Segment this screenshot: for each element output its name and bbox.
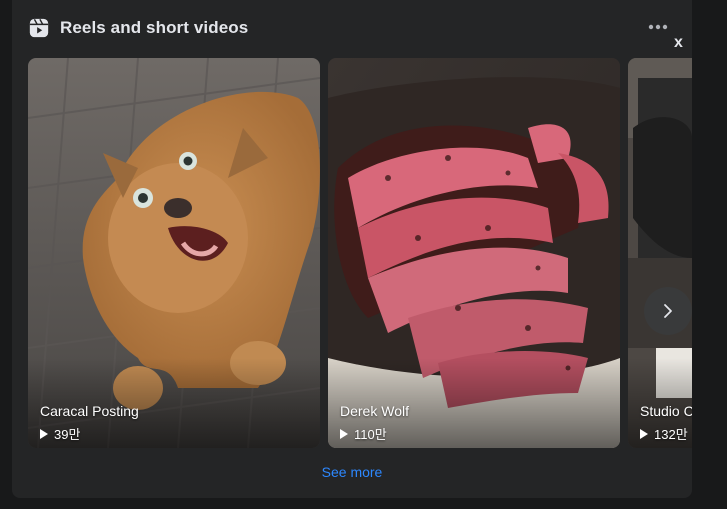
reel-creator-name: Derek Wolf — [340, 403, 409, 419]
close-button[interactable]: x — [674, 34, 683, 52]
reel-creator-name: Studio C — [640, 403, 692, 419]
reel-views-label: 132만 — [654, 427, 688, 442]
see-more-link[interactable]: See more — [12, 464, 692, 480]
reel-views-label: 39만 — [54, 427, 81, 442]
reel-card[interactable]: Derek Wolf 110만 — [328, 58, 620, 448]
play-icon — [640, 428, 648, 439]
reels-carousel: Caracal Posting 39만 Derek Wolf 110만 Stud… — [28, 58, 692, 448]
reel-view-count: 39만 — [40, 424, 80, 443]
next-reels-button[interactable] — [644, 287, 692, 335]
reel-card[interactable]: Studio C 132만 — [628, 58, 692, 448]
section-title: Reels and short videos — [60, 18, 249, 37]
reel-view-count: 132만 — [640, 424, 688, 443]
play-icon — [340, 428, 348, 439]
reels-icon — [29, 18, 49, 38]
section-header: Reels and short videos — [28, 15, 248, 41]
reel-creator-name: Caracal Posting — [40, 403, 139, 419]
more-options-button[interactable] — [645, 16, 671, 38]
play-icon — [40, 428, 48, 439]
reel-views-label: 110만 — [354, 427, 387, 442]
more-options-icon — [648, 24, 668, 30]
chevron-right-icon — [664, 304, 672, 318]
reel-view-count: 110만 — [340, 424, 387, 443]
reels-section-card: Reels and short videos Caracal Posting 3… — [12, 0, 692, 498]
reel-card[interactable]: Caracal Posting 39만 — [28, 58, 320, 448]
